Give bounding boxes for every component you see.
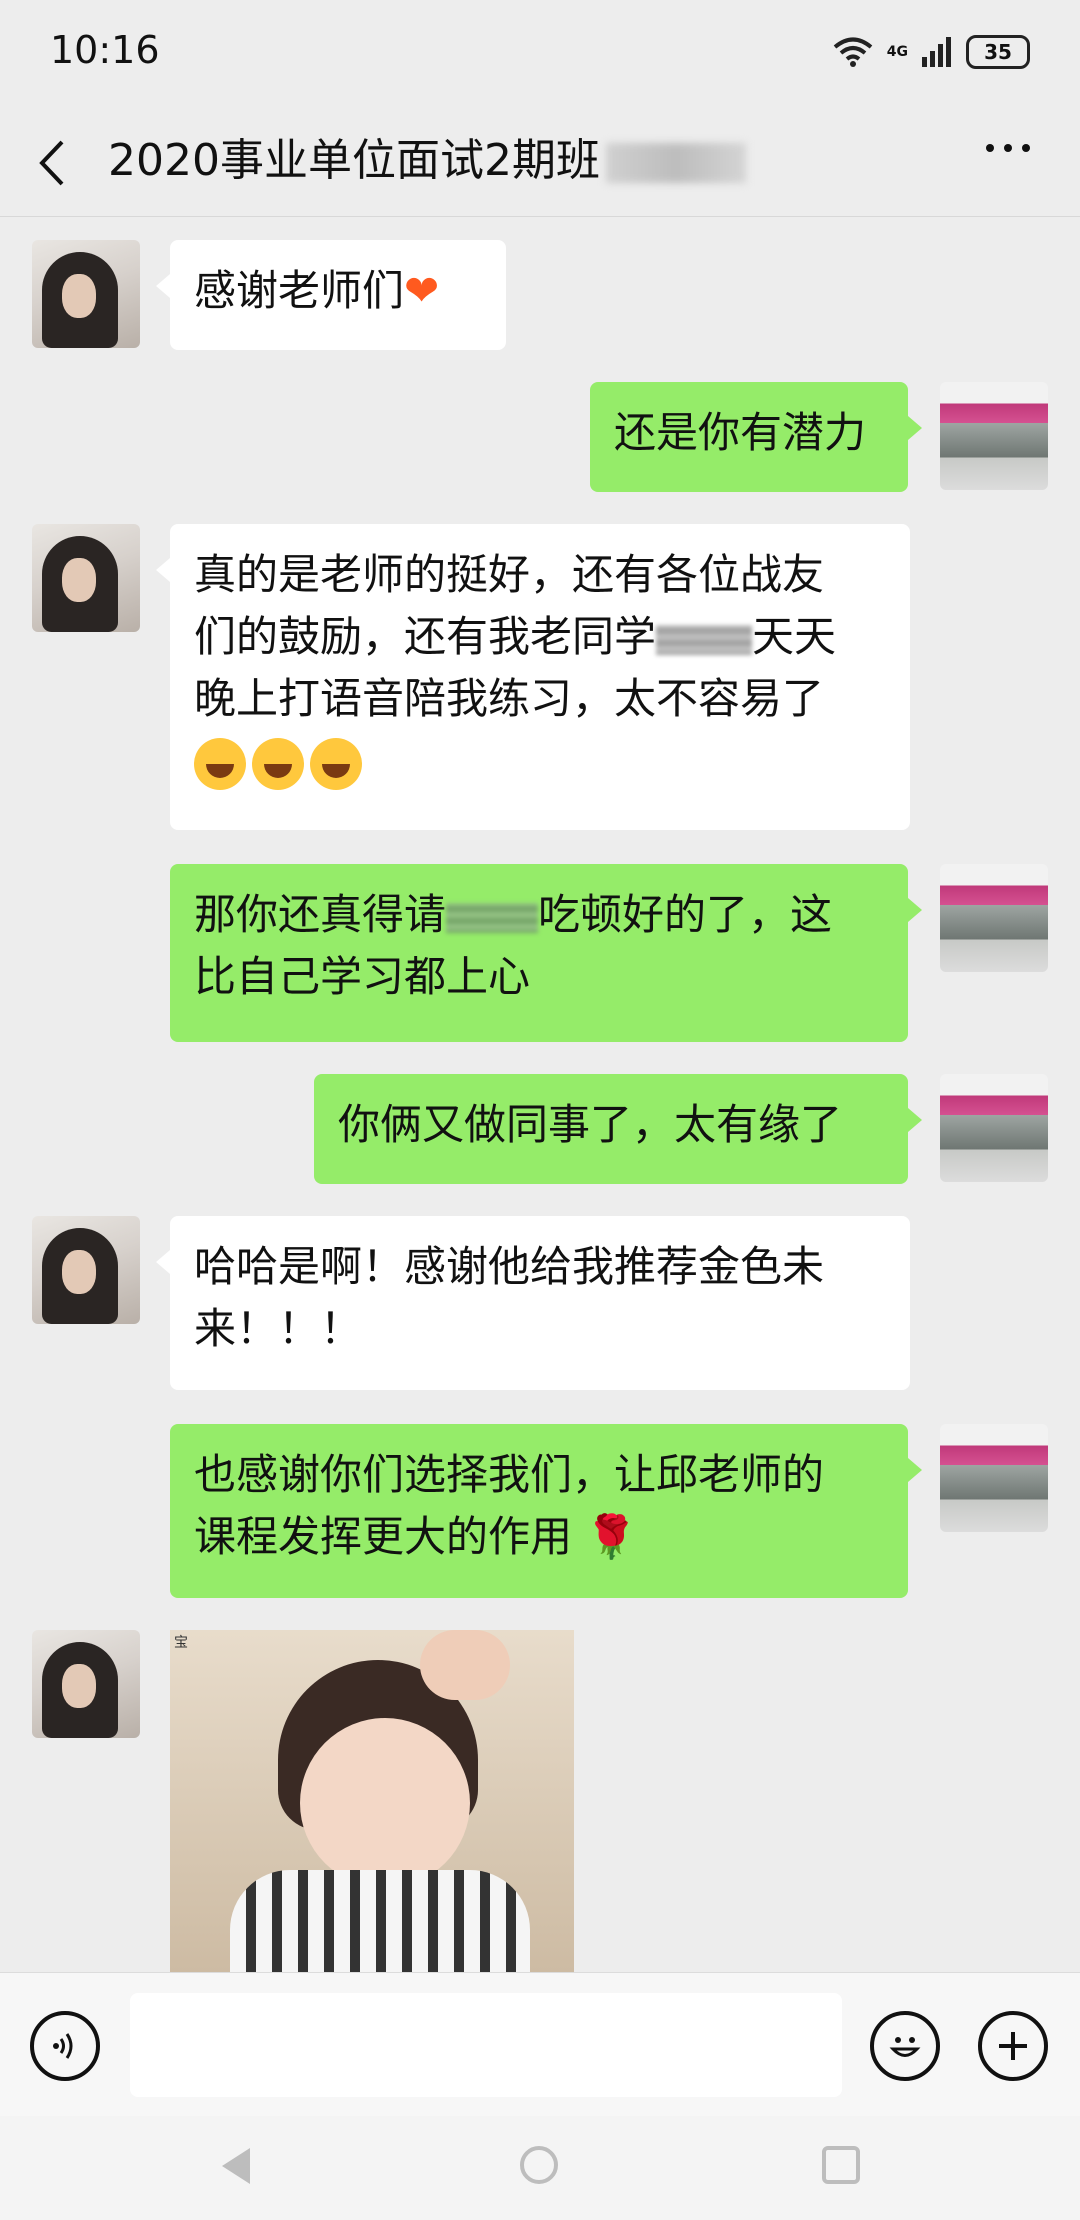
message-line: 晚上打语音陪我练习，太不容易了 [194, 674, 825, 723]
smiley-icon[interactable] [870, 2011, 940, 2081]
wifi-icon [833, 37, 873, 67]
message-bubble-received[interactable]: 哈哈是啊！感谢他给我推荐金色未 来！！！ [156, 1216, 910, 1390]
system-nav-bar [0, 2116, 1080, 2220]
nav-back-icon[interactable] [222, 2148, 250, 2184]
redacted-name [656, 624, 753, 655]
message-line: 们的鼓励，还有我老同学 天天 [194, 612, 837, 661]
message-line: 课程发挥更大的作用 🌹 [194, 1512, 638, 1561]
message-bubble-sent[interactable]: 还是你有潜力 [590, 382, 922, 492]
self-avatar[interactable] [940, 864, 1048, 972]
message-line: 哈哈是啊！感谢他给我推荐金色未 [194, 1242, 825, 1291]
chat-title-text: 2020事业单位面试2期班 [108, 135, 600, 186]
avatar-image [940, 382, 1048, 490]
contact-avatar[interactable] [32, 524, 140, 632]
redacted-name [446, 902, 539, 933]
more-dot [1004, 144, 1012, 152]
rose-emoji: 🌹 [572, 1512, 638, 1561]
plus-icon[interactable] [978, 2011, 1048, 2081]
tears-of-joy-emoji [310, 737, 362, 790]
message-text: 你俩又做同事了，太有缘了 [338, 1100, 843, 1149]
chat-title: 2020事业单位面试2期班 [108, 126, 746, 196]
message-line: 来！！！ [194, 1304, 363, 1353]
nav-home-icon[interactable] [520, 2146, 558, 2184]
self-avatar[interactable] [940, 1074, 1048, 1182]
message-input[interactable] [130, 1993, 842, 2097]
contact-avatar[interactable] [32, 240, 140, 348]
avatar-image [940, 1424, 1048, 1532]
plus-glyph [999, 2032, 1027, 2060]
tears-of-joy-emoji [194, 737, 246, 790]
message-text: 感谢老师们 [194, 266, 405, 315]
sticker-tag: 宝 [174, 1635, 188, 1651]
emoji-row [194, 730, 886, 792]
message-bubble-sent[interactable]: 也感谢你们选择我们，让邱老师的 课程发挥更大的作用 🌹 [170, 1424, 922, 1598]
status-icons: 4G 35 [833, 30, 1030, 74]
sticker-image[interactable]: 宝 [170, 1630, 574, 1972]
message-bubble-sent[interactable]: 那你还真得请 吃顿好的了，这 比自己学习都上心 [170, 864, 922, 1042]
avatar-image [32, 524, 140, 632]
back-arrow-icon[interactable] [32, 128, 72, 198]
message-bubble-sent[interactable]: 你俩又做同事了，太有缘了 [314, 1074, 922, 1184]
battery-icon: 35 [966, 35, 1030, 69]
voice-waves [53, 2033, 73, 2059]
more-dot [1022, 144, 1030, 152]
signal-icon [922, 37, 951, 67]
message-line: 也感谢你们选择我们，让邱老师的 [194, 1450, 825, 1499]
contact-avatar[interactable] [32, 1630, 140, 1738]
battery-level: 35 [984, 40, 1012, 64]
redacted-name [605, 143, 746, 183]
message-text: 还是你有潜力 [614, 408, 867, 457]
self-avatar[interactable] [940, 1424, 1048, 1532]
message-line: 真的是老师的挺好，还有各位战友 [194, 550, 825, 599]
status-bar: 10:16 4G 35 [0, 0, 1080, 110]
more-dot [986, 144, 994, 152]
smiley-face [889, 2037, 921, 2057]
self-avatar[interactable] [940, 382, 1048, 490]
message-line: 那你还真得请 吃顿好的了，这 [194, 890, 833, 939]
orange-heart-emoji: ❤ [404, 266, 440, 315]
contact-avatar[interactable] [32, 1216, 140, 1324]
more-icon[interactable] [986, 144, 1030, 152]
chat-header: 2020事业单位面试2期班 [0, 110, 1080, 217]
avatar-image [32, 240, 140, 348]
voice-icon[interactable] [30, 2011, 100, 2081]
message-bubble-received[interactable]: 感谢老师们❤ [156, 240, 506, 350]
avatar-image [32, 1216, 140, 1324]
avatar-image [940, 864, 1048, 972]
avatar-image [940, 1074, 1048, 1182]
status-time: 10:16 [50, 28, 160, 72]
input-bar [0, 1972, 1080, 2117]
tears-of-joy-emoji [252, 737, 304, 790]
message-bubble-received[interactable]: 真的是老师的挺好，还有各位战友 们的鼓励，还有我老同学 天天 晚上打语音陪我练习，… [156, 524, 910, 830]
avatar-image [32, 1630, 140, 1738]
nav-recent-icon[interactable] [822, 2146, 860, 2184]
message-line: 比自己学习都上心 [194, 952, 531, 1001]
network-type: 4G [886, 44, 908, 60]
